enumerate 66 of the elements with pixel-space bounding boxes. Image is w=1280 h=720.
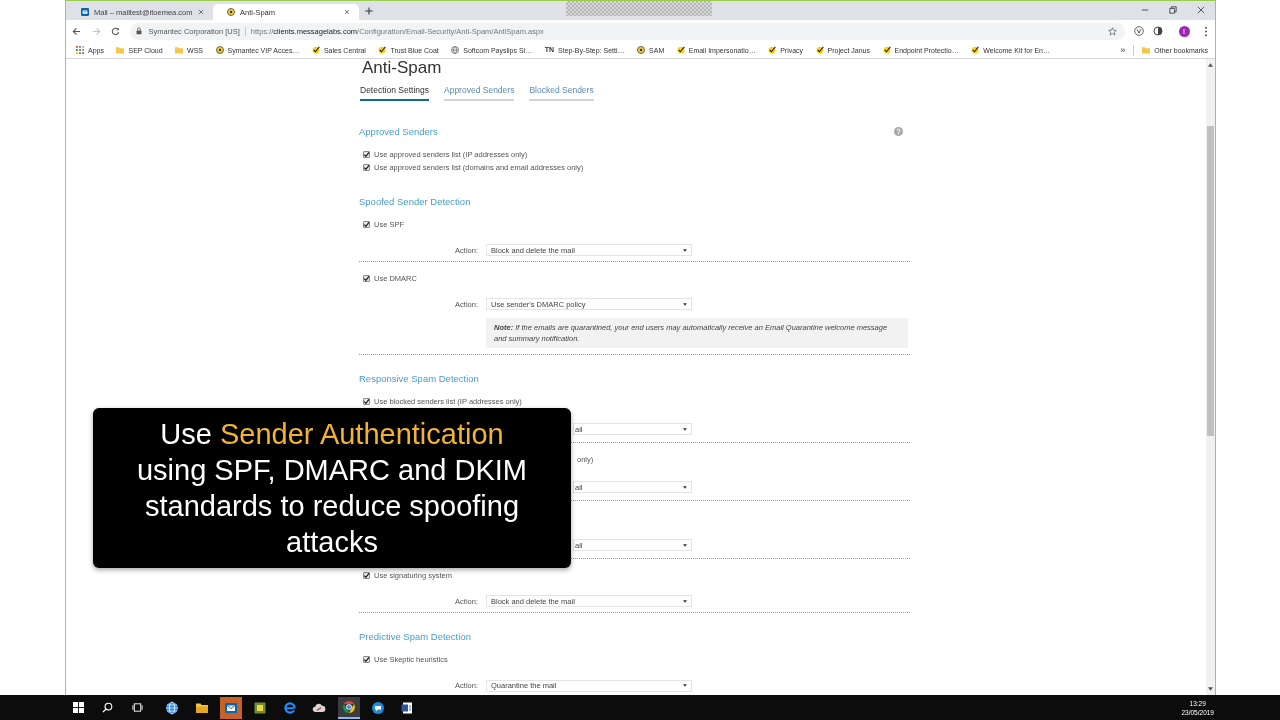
globe-icon bbox=[451, 46, 460, 54]
caret-icon bbox=[683, 684, 687, 687]
section-heading: Spoofed Sender Detection bbox=[359, 195, 471, 207]
half-circle-icon[interactable] bbox=[1152, 26, 1163, 36]
caret-icon bbox=[683, 302, 687, 306]
badge-icon bbox=[227, 8, 235, 16]
envelope-icon bbox=[81, 8, 89, 16]
scrollbar[interactable] bbox=[1206, 59, 1215, 695]
caret-icon bbox=[683, 543, 687, 547]
checkbox[interactable] bbox=[363, 220, 370, 228]
checkmark-icon bbox=[676, 46, 685, 54]
page-tab[interactable]: Blocked Senders bbox=[529, 84, 594, 101]
reload-icon[interactable] bbox=[111, 26, 120, 36]
page-title: Anti-Spam bbox=[361, 59, 443, 77]
globe-icon bbox=[165, 700, 180, 715]
page-tab[interactable]: Detection Settings bbox=[360, 84, 429, 101]
bookmarks-overflow-button[interactable]: » bbox=[1120, 44, 1135, 56]
browser-icon bbox=[341, 699, 356, 714]
chat-icon bbox=[370, 700, 385, 715]
task-view-icon[interactable] bbox=[131, 702, 143, 713]
back-icon[interactable] bbox=[72, 26, 81, 36]
badge-icon bbox=[637, 46, 646, 54]
star-icon[interactable] bbox=[1107, 26, 1117, 36]
checkbox[interactable] bbox=[363, 397, 370, 405]
lock-icon bbox=[135, 27, 142, 35]
scrollbar-thumb[interactable] bbox=[1207, 126, 1214, 436]
taskbar-button[interactable] bbox=[219, 696, 242, 719]
envelope-icon bbox=[223, 700, 238, 715]
checkmark-icon bbox=[882, 46, 891, 54]
section-heading: Approved Senders bbox=[359, 125, 438, 137]
folder-icon bbox=[1142, 46, 1151, 54]
search-icon[interactable] bbox=[102, 702, 114, 713]
close-icon[interactable] bbox=[198, 9, 204, 15]
e-logo-icon bbox=[282, 700, 297, 715]
checkbox[interactable] bbox=[363, 150, 370, 158]
checkbox[interactable] bbox=[363, 656, 370, 663]
checkbox[interactable] bbox=[363, 163, 370, 171]
start-icon[interactable] bbox=[73, 702, 84, 713]
document-icon bbox=[400, 700, 415, 715]
checkbox[interactable] bbox=[363, 571, 370, 579]
taskbar-button[interactable] bbox=[337, 696, 360, 719]
caption-text: Use Sender Authentication using SPF, DMARC and DKIM standards to reduce spoofing attacks bbox=[136, 417, 528, 560]
section-heading: Responsive Spam Detection bbox=[359, 372, 479, 384]
chevron-circle-icon[interactable] bbox=[1133, 26, 1144, 36]
folder-icon bbox=[175, 46, 184, 54]
checkmark-icon bbox=[378, 46, 387, 54]
close-icon[interactable] bbox=[344, 9, 350, 15]
checkmark-icon bbox=[971, 46, 980, 54]
plus-icon[interactable] bbox=[365, 6, 373, 15]
apps-grid-icon bbox=[76, 46, 84, 54]
checkbox[interactable] bbox=[363, 274, 370, 282]
checkmark-icon bbox=[768, 46, 777, 54]
caret-icon bbox=[683, 248, 687, 252]
scroll-down-icon[interactable] bbox=[1208, 687, 1213, 691]
scroll-up-icon[interactable] bbox=[1208, 63, 1213, 67]
caret-icon bbox=[683, 599, 687, 603]
menu-icon[interactable] bbox=[1203, 25, 1208, 37]
checkmark-icon bbox=[815, 46, 824, 54]
folder-icon bbox=[116, 46, 125, 54]
section-heading: Predictive Spam Detection bbox=[359, 631, 471, 642]
badge-icon bbox=[215, 46, 224, 54]
checkmark-icon bbox=[311, 46, 320, 54]
caret-icon bbox=[683, 485, 687, 489]
page-tab[interactable]: Approved Senders bbox=[444, 84, 515, 101]
tile-icon bbox=[253, 700, 268, 715]
caret-icon bbox=[683, 427, 687, 431]
